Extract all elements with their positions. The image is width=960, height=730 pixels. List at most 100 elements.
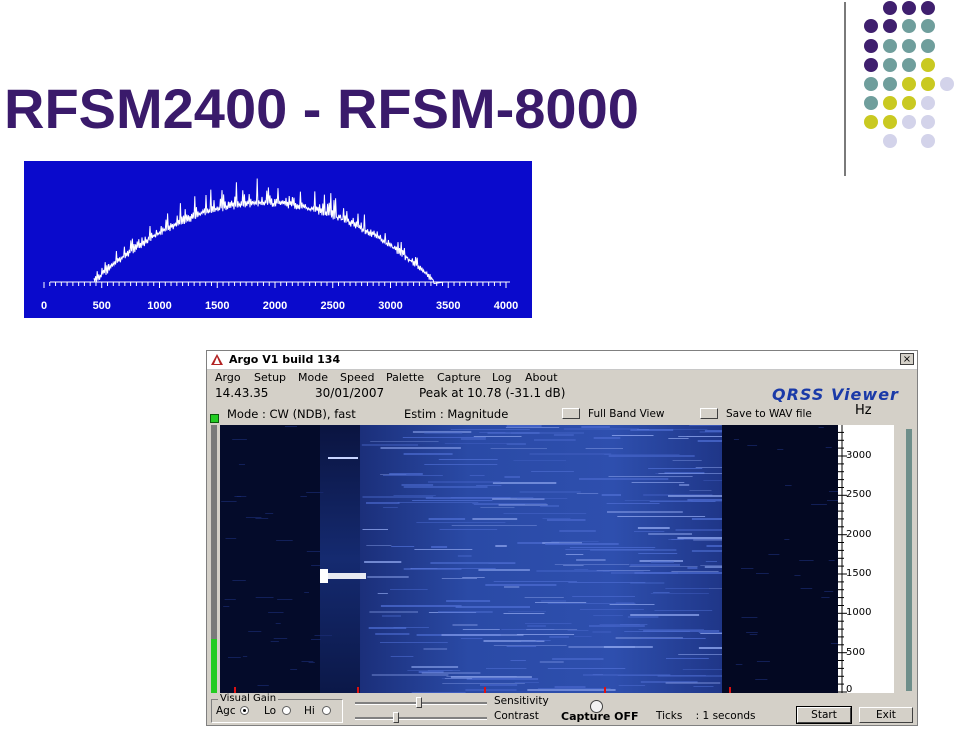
spectrogram-noise-streak	[592, 674, 603, 675]
spectrogram-noise-streak	[768, 554, 780, 555]
argo-window: Argo V1 build 134 × Argo Setup Mode Spee…	[206, 350, 918, 726]
spectrogram-noise-streak	[301, 661, 314, 662]
spectrogram-noise-streak	[486, 668, 527, 669]
contrast-slider-track[interactable]	[355, 717, 487, 720]
spectrogram-noise-streak	[824, 591, 834, 592]
spectrogram-noise-streak	[592, 631, 612, 633]
spectrogram-noise-streak	[700, 633, 722, 634]
spectrogram-noise-streak	[756, 573, 769, 574]
visual-gain-group: Visual Gain Agc Lo Hi	[211, 693, 343, 723]
spectrogram-noise-streak	[380, 605, 462, 607]
spectrogram-noise-streak	[508, 611, 546, 612]
spectrogram-noise-streak	[541, 600, 567, 602]
spectrogram-noise-streak	[503, 613, 545, 614]
save-wav-toggle[interactable]	[700, 408, 718, 419]
spectrogram-noise-streak	[569, 547, 656, 548]
spectrogram-noise-streak	[428, 481, 501, 483]
start-button[interactable]: Start	[796, 706, 852, 724]
spectrogram-noise-streak	[643, 630, 720, 632]
spectrogram-noise-streak	[446, 600, 491, 602]
sensitivity-slider-thumb[interactable]	[416, 697, 422, 708]
menu-about[interactable]: About	[525, 371, 558, 384]
menu-log[interactable]: Log	[492, 371, 512, 384]
full-band-view-toggle[interactable]	[562, 408, 580, 419]
spectrogram-noise-streak	[462, 577, 485, 578]
spectrogram-noise-streak	[390, 656, 414, 657]
spectrogram-noise-streak	[370, 441, 439, 442]
spectrogram-noise-streak	[568, 582, 646, 583]
spectrogram-waterfall[interactable]	[220, 425, 838, 693]
spectrogram-noise-streak	[607, 511, 683, 513]
spectrogram-noise-streak	[784, 539, 790, 540]
menu-argo[interactable]: Argo	[215, 371, 241, 384]
spectrogram-noise-streak	[476, 485, 502, 486]
spectrogram-noise-streak	[611, 572, 678, 574]
menu-speed[interactable]: Speed	[340, 371, 374, 384]
peak-readout: Peak at 10.78 (-31.1 dB)	[419, 386, 566, 400]
hi-radio[interactable]	[322, 706, 331, 715]
decor-dot	[883, 77, 897, 91]
spectrogram-signal-column	[320, 425, 360, 693]
spectrogram-noise-streak	[416, 522, 506, 523]
agc-radio[interactable]	[240, 706, 249, 715]
bottom-control-panel: Visual Gain Agc Lo Hi Sensitivity Contra…	[207, 687, 917, 726]
spectrogram-noise-streak	[383, 507, 398, 508]
spectrogram-noise-streak	[603, 646, 653, 648]
decor-dot	[864, 96, 878, 110]
spectrogram-noise-streak	[552, 658, 604, 660]
spectrogram-noise-streak	[390, 589, 428, 590]
ticks-readout: Ticks : 1 seconds	[656, 710, 756, 722]
spectrogram-carrier-trace-top	[328, 457, 358, 459]
spectrogram-noise-streak	[238, 464, 245, 465]
spectrogram-noise-streak	[794, 575, 801, 576]
spectrogram-noise-streak	[691, 550, 722, 552]
spectrogram-noise-streak	[300, 496, 307, 497]
freq-tick-label: 1500	[846, 568, 872, 579]
close-button[interactable]: ×	[900, 353, 914, 365]
spectrogram-noise-streak	[585, 448, 623, 449]
spectrogram-noise-streak	[589, 625, 645, 627]
exit-button[interactable]: Exit	[859, 707, 913, 723]
spectrogram-noise-streak	[223, 606, 230, 607]
spectrogram-noise-streak	[679, 484, 690, 486]
spectrogram-noise-streak	[221, 501, 237, 502]
spectrogram-noise-streak	[682, 669, 722, 670]
spectrogram-noise-streak	[383, 475, 443, 476]
spectrogram-noise-streak	[547, 519, 586, 521]
spectrum-tick-label: 2500	[321, 300, 345, 312]
spectrogram-noise-streak	[504, 586, 520, 588]
spectrogram-noise-streak	[485, 584, 557, 586]
spectrogram-noise-streak	[401, 484, 434, 486]
freq-tick-label: 1000	[846, 607, 872, 618]
spectrogram-noise-streak	[648, 533, 692, 535]
contrast-slider-thumb[interactable]	[393, 712, 399, 723]
spectrogram-noise-streak	[545, 543, 619, 545]
spectrogram-noise-streak	[567, 630, 589, 631]
spectrogram-noise-streak	[593, 437, 621, 439]
spectrogram-noise-streak	[290, 669, 298, 670]
menu-palette[interactable]: Palette	[386, 371, 424, 384]
spectrogram-noise-streak	[490, 448, 547, 449]
spectrogram-noise-streak	[581, 426, 610, 428]
menu-bar: Argo Setup Mode Speed Palette Capture Lo…	[207, 370, 917, 386]
spectrogram-noise-streak	[604, 454, 680, 455]
spectrogram-noise-streak	[686, 436, 722, 437]
spectrogram-noise-streak	[563, 428, 639, 430]
menu-mode[interactable]: Mode	[298, 371, 328, 384]
spectrogram-noise-streak	[268, 612, 284, 613]
menu-setup[interactable]: Setup	[254, 371, 286, 384]
spectrogram-noise-streak	[697, 440, 722, 442]
spectrogram-noise-streak	[539, 661, 564, 663]
spectrogram-noise-streak	[601, 494, 621, 496]
output-level-meter	[906, 429, 912, 691]
spectrum-tick-label: 0	[41, 300, 47, 312]
lo-radio[interactable]	[282, 706, 291, 715]
spectrogram-noise-streak	[245, 517, 262, 518]
spectrum-trace	[93, 178, 445, 285]
window-titlebar[interactable]: Argo V1 build 134 ×	[207, 351, 917, 370]
spectrogram-noise-streak	[503, 513, 587, 514]
spectrogram-noise-streak	[455, 606, 530, 608]
spectrogram-noise-streak	[599, 624, 640, 625]
menu-capture[interactable]: Capture	[437, 371, 481, 384]
spectrogram-noise-streak	[559, 530, 596, 532]
